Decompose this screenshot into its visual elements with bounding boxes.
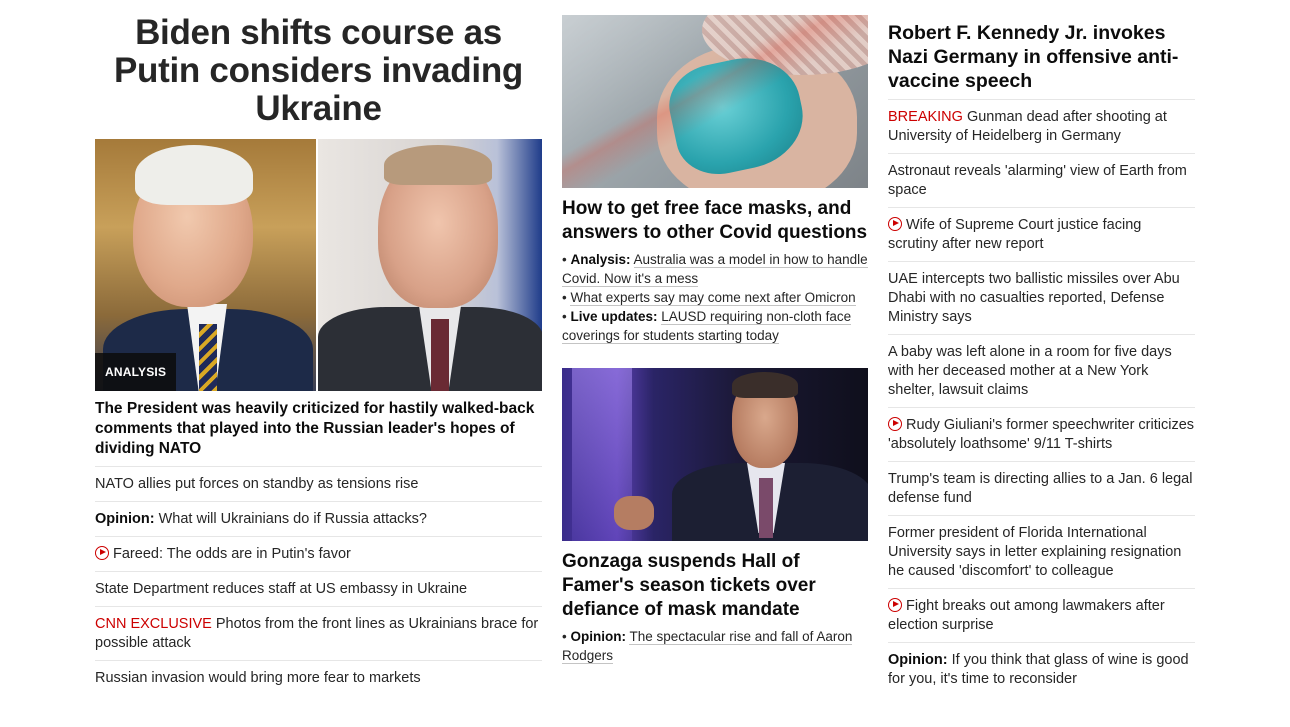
list-item[interactable]: UAE intercepts two ballistic missiles ov…: [888, 262, 1195, 335]
list-item[interactable]: NATO allies put forces on standby as ten…: [95, 467, 542, 502]
list-item[interactable]: • Analysis: Australia was a model in how…: [562, 250, 868, 288]
headline-link[interactable]: Former president of Florida Internationa…: [888, 525, 1181, 579]
middle-column: How to get free face masks, and answers …: [562, 15, 868, 665]
list-item[interactable]: • What experts say may come next after O…: [562, 288, 868, 307]
opinion-label: Opinion:: [570, 629, 626, 644]
list-item[interactable]: A baby was left alone in a room for five…: [888, 335, 1195, 408]
headline-link[interactable]: State Department reduces staff at US emb…: [95, 581, 467, 597]
analysis-badge: ANALYSIS: [95, 353, 177, 391]
list-item[interactable]: CNN EXCLUSIVE Photos from the front line…: [95, 607, 542, 661]
headline-link[interactable]: Russian invasion would bring more fear t…: [95, 670, 421, 686]
play-circle-icon: [888, 598, 902, 612]
analysis-label: Analysis:: [570, 252, 631, 267]
exclusive-label: CNN EXCLUSIVE: [95, 616, 212, 632]
gonzaga-related-list: • Opinion: The spectacular rise and fall…: [562, 627, 868, 665]
lead-image[interactable]: ANALYSIS: [95, 139, 542, 391]
live-updates-label: Live updates:: [570, 309, 658, 324]
rfk-headline[interactable]: Robert F. Kennedy Jr. invokes Nazi Germa…: [888, 21, 1195, 100]
play-circle-icon: [888, 417, 902, 431]
lead-story: Biden shifts course as Putin considers i…: [95, 14, 542, 695]
list-item[interactable]: Opinion: What will Ukrainians do if Russ…: [95, 502, 542, 537]
gonzaga-image[interactable]: [562, 368, 868, 541]
headline-link[interactable]: Wife of Supreme Court justice facing scr…: [888, 217, 1141, 252]
headline-link[interactable]: A baby was left alone in a room for five…: [888, 344, 1172, 398]
list-item[interactable]: Russian invasion would bring more fear t…: [95, 661, 542, 695]
masks-headline[interactable]: How to get free face masks, and answers …: [562, 197, 868, 245]
masks-related-list: • Analysis: Australia was a model in how…: [562, 250, 868, 345]
putin-photo: [318, 139, 542, 391]
headline-link[interactable]: What will Ukrainians do if Russia attack…: [155, 511, 427, 527]
headline-link[interactable]: Trump's team is directing allies to a Ja…: [888, 471, 1192, 506]
headlines-list: BREAKING Gunman dead after shooting at U…: [888, 100, 1195, 696]
opinion-label: Opinion:: [888, 652, 948, 668]
list-item[interactable]: Fareed: The odds are in Putin's favor: [95, 537, 542, 572]
face-mask-image[interactable]: [562, 15, 868, 188]
headline-link[interactable]: Astronaut reveals 'alarming' view of Ear…: [888, 163, 1187, 198]
list-item[interactable]: Fight breaks out among lawmakers after e…: [888, 589, 1195, 643]
list-item[interactable]: Trump's team is directing allies to a Ja…: [888, 462, 1195, 516]
lead-headline[interactable]: Biden shifts course as Putin considers i…: [95, 14, 542, 128]
headline-link[interactable]: NATO allies put forces on standby as ten…: [95, 476, 418, 492]
list-item[interactable]: BREAKING Gunman dead after shooting at U…: [888, 100, 1195, 154]
biden-photo: ANALYSIS: [95, 139, 317, 391]
headline-link[interactable]: Fight breaks out among lawmakers after e…: [888, 598, 1165, 633]
list-item[interactable]: Former president of Florida Internationa…: [888, 516, 1195, 589]
list-item[interactable]: Rudy Giuliani's former speechwriter crit…: [888, 408, 1195, 462]
lead-related-list: NATO allies put forces on standby as ten…: [95, 467, 542, 695]
opinion-label: Opinion:: [95, 511, 155, 527]
headline-link[interactable]: UAE intercepts two ballistic missiles ov…: [888, 271, 1180, 325]
lead-subheadline[interactable]: The President was heavily criticized for…: [95, 399, 542, 467]
right-column: Robert F. Kennedy Jr. invokes Nazi Germa…: [888, 21, 1195, 696]
list-item[interactable]: • Live updates: LAUSD requiring non-clot…: [562, 307, 868, 345]
headline-link[interactable]: Fareed: The odds are in Putin's favor: [113, 546, 351, 562]
list-item[interactable]: Astronaut reveals 'alarming' view of Ear…: [888, 154, 1195, 208]
headline-link[interactable]: What experts say may come next after Omi…: [570, 290, 856, 306]
breaking-label: BREAKING: [888, 109, 963, 125]
play-circle-icon: [95, 546, 109, 560]
play-circle-icon: [888, 217, 902, 231]
list-item[interactable]: • Opinion: The spectacular rise and fall…: [562, 627, 868, 665]
gonzaga-headline[interactable]: Gonzaga suspends Hall of Famer's season …: [562, 550, 868, 622]
list-item[interactable]: Wife of Supreme Court justice facing scr…: [888, 208, 1195, 262]
headline-link[interactable]: Rudy Giuliani's former speechwriter crit…: [888, 417, 1194, 452]
list-item[interactable]: Opinion: If you think that glass of wine…: [888, 643, 1195, 696]
list-item[interactable]: State Department reduces staff at US emb…: [95, 572, 542, 607]
